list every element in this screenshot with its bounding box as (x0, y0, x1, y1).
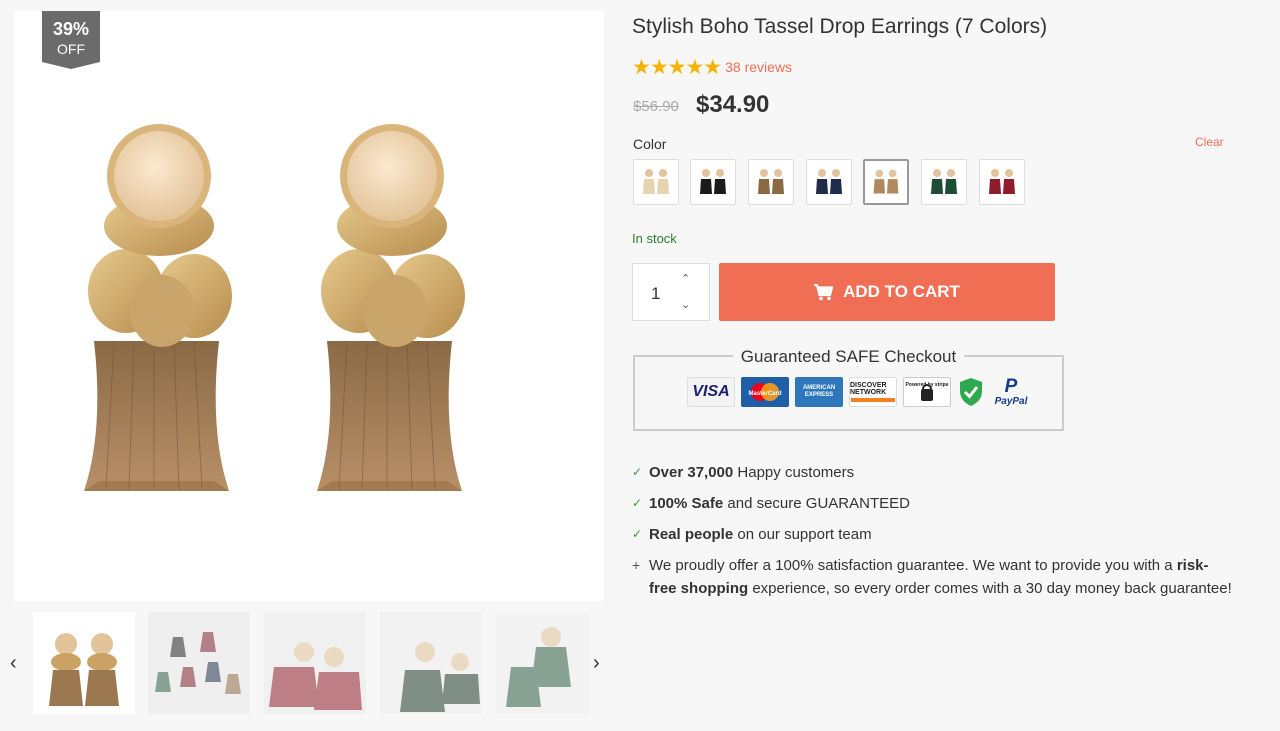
add-to-cart-label: ADD TO CART (843, 282, 960, 301)
discount-badge: 39% OFF (42, 11, 100, 69)
stock-status: In stock (632, 231, 677, 246)
checkmark-icon: ✓ (632, 465, 643, 479)
current-price: $34.90 (696, 91, 770, 118)
safe-checkout-box: Guaranteed SAFE Checkout VISA MasterCard… (633, 347, 1064, 431)
star-rating-icon: ★★★★★ (632, 55, 722, 79)
product-title: Stylish Boho Tassel Drop Earrings (7 Col… (632, 15, 1048, 38)
reviews-link[interactable]: 38 reviews (725, 59, 792, 75)
list-item: ✓ Over 37,000 Happy customers (632, 457, 1232, 488)
list-item: ✓ Real people on our support team (632, 519, 1232, 550)
swatch-navy[interactable] (806, 159, 852, 205)
chevron-right-icon[interactable]: › (593, 652, 600, 675)
thumbnail-carousel: ‹ › (0, 610, 620, 716)
amex-icon: AMERICAN EXPRESS (795, 377, 843, 407)
visa-icon: VISA (687, 377, 735, 407)
quantity-stepper[interactable]: 1 ⌃ ⌄ (632, 263, 710, 321)
thumbnail-4[interactable] (380, 612, 482, 714)
svg-text:MasterCard: MasterCard (748, 391, 781, 397)
benefits-list: ✓ Over 37,000 Happy customers ✓ 100% Saf… (632, 457, 1232, 600)
discount-label: OFF (57, 41, 85, 57)
safe-checkout-label: Guaranteed SAFE Checkout (732, 347, 965, 366)
checkmark-icon: ✓ (632, 527, 643, 541)
thumbnail-5[interactable] (496, 612, 590, 714)
add-to-cart-button[interactable]: ADD TO CART (719, 263, 1055, 321)
paypal-icon: P PayPal (994, 375, 1028, 407)
stripe-icon: Powered by stripe (903, 377, 951, 407)
thumbnail-1[interactable] (33, 612, 135, 714)
checkmark-icon: ✓ (632, 496, 643, 510)
chevron-up-icon[interactable]: ⌃ (681, 272, 690, 285)
plus-icon: + (632, 557, 641, 573)
list-item: ✓ 100% Safe and secure GUARANTEED (632, 488, 1232, 519)
swatch-green[interactable] (921, 159, 967, 205)
thumbnail-2[interactable] (148, 612, 250, 714)
mastercard-icon: MasterCard (741, 377, 789, 407)
chevron-down-icon[interactable]: ⌄ (681, 298, 690, 311)
quantity-input[interactable]: 1 (651, 284, 660, 304)
discount-percent: 39% (52, 19, 90, 39)
earrings-image (84, 123, 466, 492)
old-price: $56.90 (633, 98, 679, 115)
clear-button[interactable]: Clear (1195, 135, 1224, 149)
swatch-beige[interactable] (633, 159, 679, 205)
color-label: Color (633, 136, 667, 152)
rating: ★★★★★ 38 reviews (632, 55, 792, 79)
list-item: + We proudly offer a 100% satisfaction g… (632, 554, 1232, 600)
cart-icon (814, 283, 834, 300)
discover-icon: DISCOVER NETWORK (849, 377, 897, 407)
ssl-shield-icon (957, 377, 985, 407)
swatch-black[interactable] (690, 159, 736, 205)
swatch-brown[interactable] (863, 159, 909, 205)
swatch-red[interactable] (979, 159, 1025, 205)
thumbnail-3[interactable] (264, 612, 366, 714)
swatch-khaki[interactable] (748, 159, 794, 205)
product-main-image[interactable] (14, 11, 604, 601)
chevron-left-icon[interactable]: ‹ (10, 652, 17, 675)
